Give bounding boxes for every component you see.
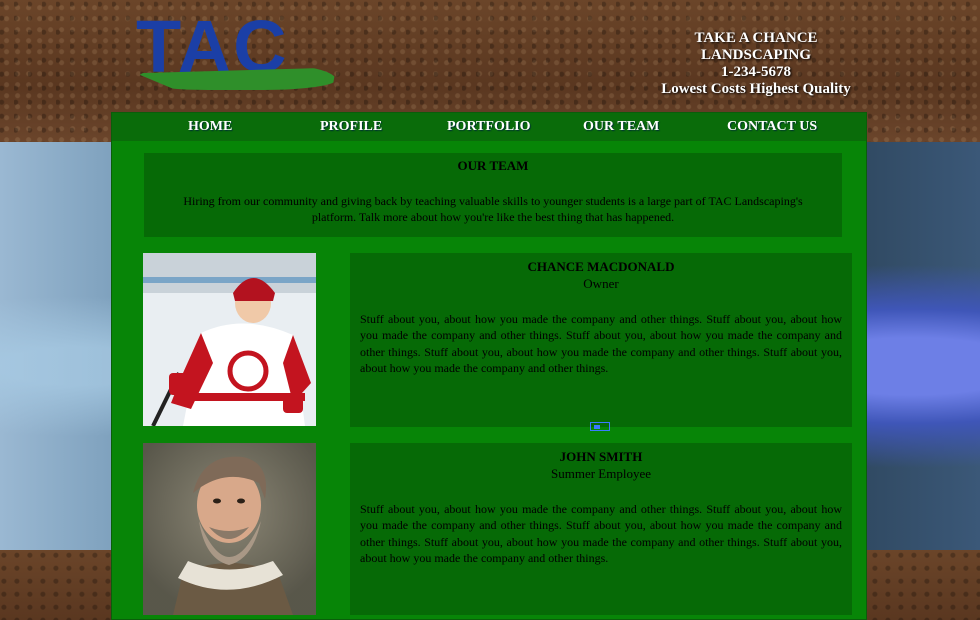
company-info: TAKE A CHANCE LANDSCAPING 1-234-5678 Low… [660, 30, 852, 98]
team-member-card: CHANCE MACDONALD Owner Stuff about you, … [350, 253, 852, 427]
member-role: Owner [583, 276, 619, 291]
member-bio: Stuff about you, about how you made the … [360, 312, 842, 375]
nav-contact-us[interactable]: CONTACT US [727, 119, 817, 135]
company-name-line-2: LANDSCAPING [700, 47, 811, 63]
nav-portfolio[interactable]: PORTFOLIO [447, 119, 531, 135]
member-name: CHANCE MACDONALD [527, 259, 675, 274]
team-member-card: JOHN SMITH Summer Employee Stuff about y… [350, 443, 852, 615]
image-placeholder-icon[interactable] [590, 422, 610, 431]
company-phone: 1-234-5678 [721, 64, 791, 80]
company-slogan: Lowest Costs Highest Quality [661, 81, 851, 97]
tac-logo[interactable]: TAC [136, 10, 340, 96]
company-name-line-1: TAKE A CHANCE [694, 30, 818, 46]
intro-text: Hiring from our community and giving bac… [183, 194, 803, 224]
member-role: Summer Employee [550, 466, 651, 481]
portrait-painting-photo-icon [143, 443, 316, 615]
main-nav: HOME PROFILE PORTFOLIO OUR TEAM CONTACT … [112, 113, 866, 141]
member-bio: Stuff about you, about how you made the … [360, 502, 842, 565]
nav-home[interactable]: HOME [188, 119, 232, 135]
nav-our-team[interactable]: OUR TEAM [583, 119, 659, 135]
team-member-photo [143, 253, 316, 426]
main-panel: HOME PROFILE PORTFOLIO OUR TEAM CONTACT … [111, 112, 867, 620]
section-title: OUR TEAM [457, 158, 529, 173]
nav-profile[interactable]: PROFILE [320, 119, 382, 135]
team-member-photo [143, 443, 316, 615]
hockey-player-photo-icon [143, 253, 316, 426]
member-name: JOHN SMITH [559, 449, 643, 464]
intro-box: OUR TEAM Hiring from our community and g… [144, 153, 842, 237]
